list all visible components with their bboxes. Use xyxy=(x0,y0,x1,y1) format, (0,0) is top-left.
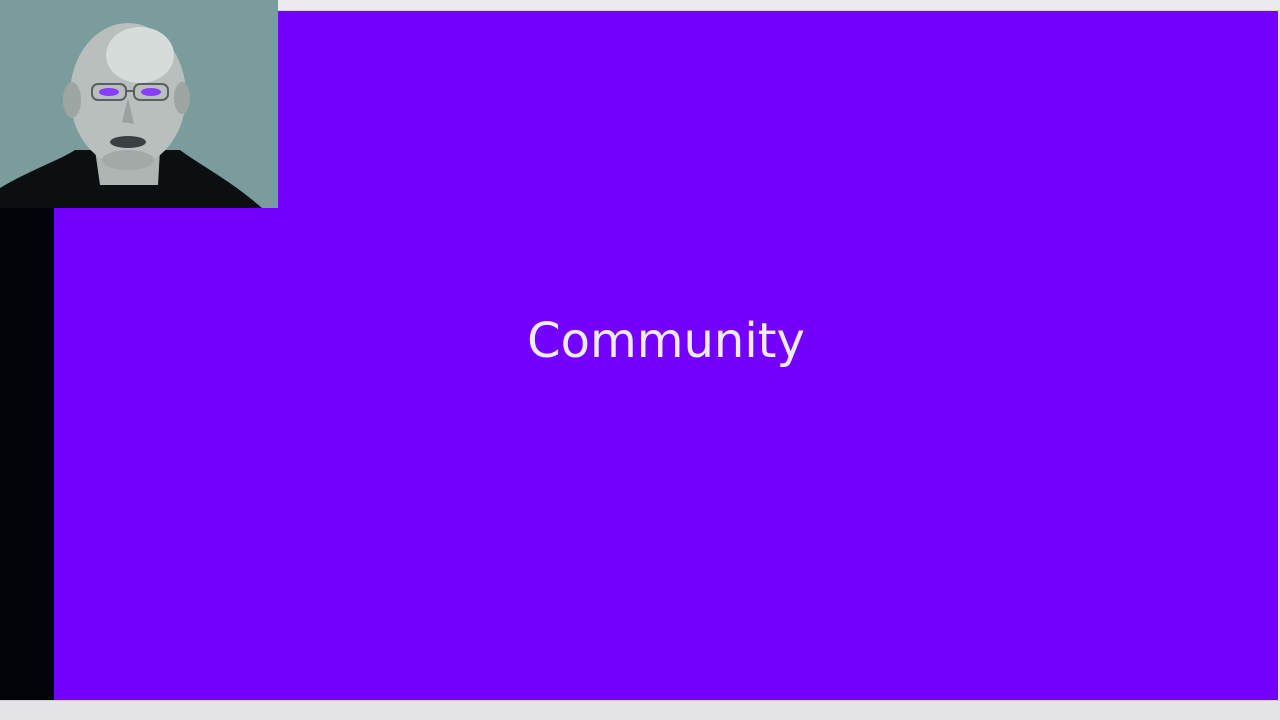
slide-title: Community xyxy=(527,312,805,369)
presentation-screen: Community xyxy=(0,0,1280,720)
bottom-status-strip xyxy=(0,700,1280,720)
presenter-video-icon xyxy=(0,0,278,208)
presenter-webcam xyxy=(0,0,278,208)
top-toolbar-strip xyxy=(278,0,1280,11)
